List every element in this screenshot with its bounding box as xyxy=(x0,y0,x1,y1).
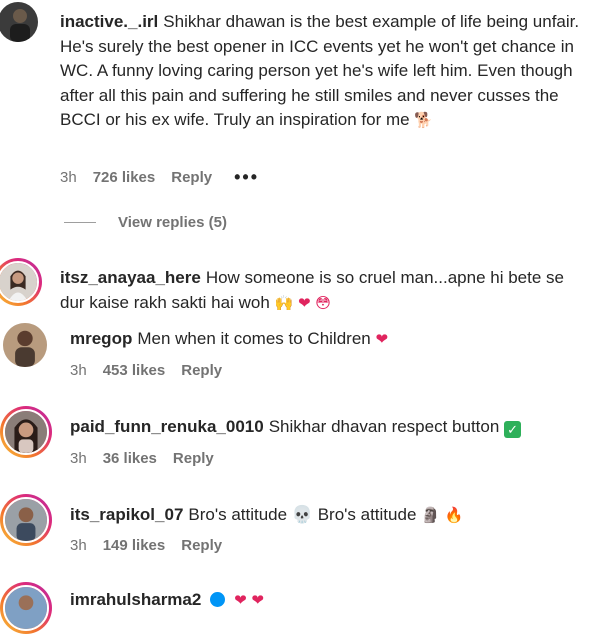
reply-button[interactable]: Reply xyxy=(181,537,222,554)
comment-body: Bro's attitude 💀 Bro's attitude xyxy=(188,505,417,524)
moai-fire-emoji-icon: 🗿 🔥 xyxy=(421,506,464,524)
likes-count[interactable]: 726 likes xyxy=(93,169,156,186)
comment-text: its_rapikol_07 Bro's attitude 💀 Bro's att… xyxy=(70,503,580,528)
comment-text: paid_funn_renuka_0010 Shikhar dhavan resp… xyxy=(70,415,580,440)
comment-text: itsz_anayaa_here How someone is so cruel … xyxy=(60,266,580,315)
comment-meta: 3h 726 likes Reply ••• xyxy=(60,167,275,188)
divider-line xyxy=(64,222,96,223)
hearts-icon: ❤ ❤ xyxy=(234,591,264,609)
reply-button[interactable]: Reply xyxy=(171,169,212,186)
view-replies-button[interactable]: View replies (5) xyxy=(64,214,227,231)
comment-username[interactable]: paid_funn_renuka_0010 xyxy=(70,417,264,436)
dog-emoji-icon: 🐕 xyxy=(414,111,433,129)
comment-meta: 3h 453 likes Reply xyxy=(70,362,238,379)
comment-username[interactable]: its_rapikol_07 xyxy=(70,505,183,524)
avatar[interactable] xyxy=(0,494,52,546)
avatar[interactable] xyxy=(0,406,52,458)
comment-body: Shikhar dhavan respect button xyxy=(268,417,500,436)
comment-text: mregop Men when it comes to Children ❤ xyxy=(70,327,580,352)
likes-count[interactable]: 149 likes xyxy=(103,537,166,554)
avatar[interactable] xyxy=(0,258,42,306)
view-replies-label: View replies (5) xyxy=(118,214,227,231)
more-options-icon[interactable]: ••• xyxy=(234,167,259,188)
comment-text: imrahulsharma2 ❤ ❤ xyxy=(70,588,580,613)
comment-meta: 3h 36 likes Reply xyxy=(70,450,230,467)
likes-count[interactable]: 36 likes xyxy=(103,450,157,467)
comment-time: 3h xyxy=(70,537,87,554)
comment-time: 3h xyxy=(70,362,87,379)
comment-username[interactable]: inactive._.irl xyxy=(60,12,158,31)
comment-username[interactable]: itsz_anayaa_here xyxy=(60,268,201,287)
avatar[interactable] xyxy=(0,2,38,42)
reply-button[interactable]: Reply xyxy=(173,450,214,467)
reply-button[interactable]: Reply xyxy=(181,362,222,379)
heart-icon: ❤ xyxy=(375,330,389,348)
avatar[interactable] xyxy=(0,582,52,634)
comment-time: 3h xyxy=(60,169,77,186)
comment-time: 3h xyxy=(70,450,87,467)
comment-text: inactive._.irl Shikhar dhawan is the best… xyxy=(60,10,580,133)
reaction-emojis-icon: 🙌 ❤ 😳 xyxy=(274,293,331,312)
comment-username[interactable]: mregop xyxy=(70,329,132,348)
likes-count[interactable]: 453 likes xyxy=(103,362,166,379)
comment-body: Men when it comes to Children xyxy=(137,329,371,348)
avatar[interactable] xyxy=(3,323,47,367)
check-button-icon: ✓ xyxy=(504,421,522,438)
comment-meta: 3h 149 likes Reply xyxy=(70,537,238,554)
